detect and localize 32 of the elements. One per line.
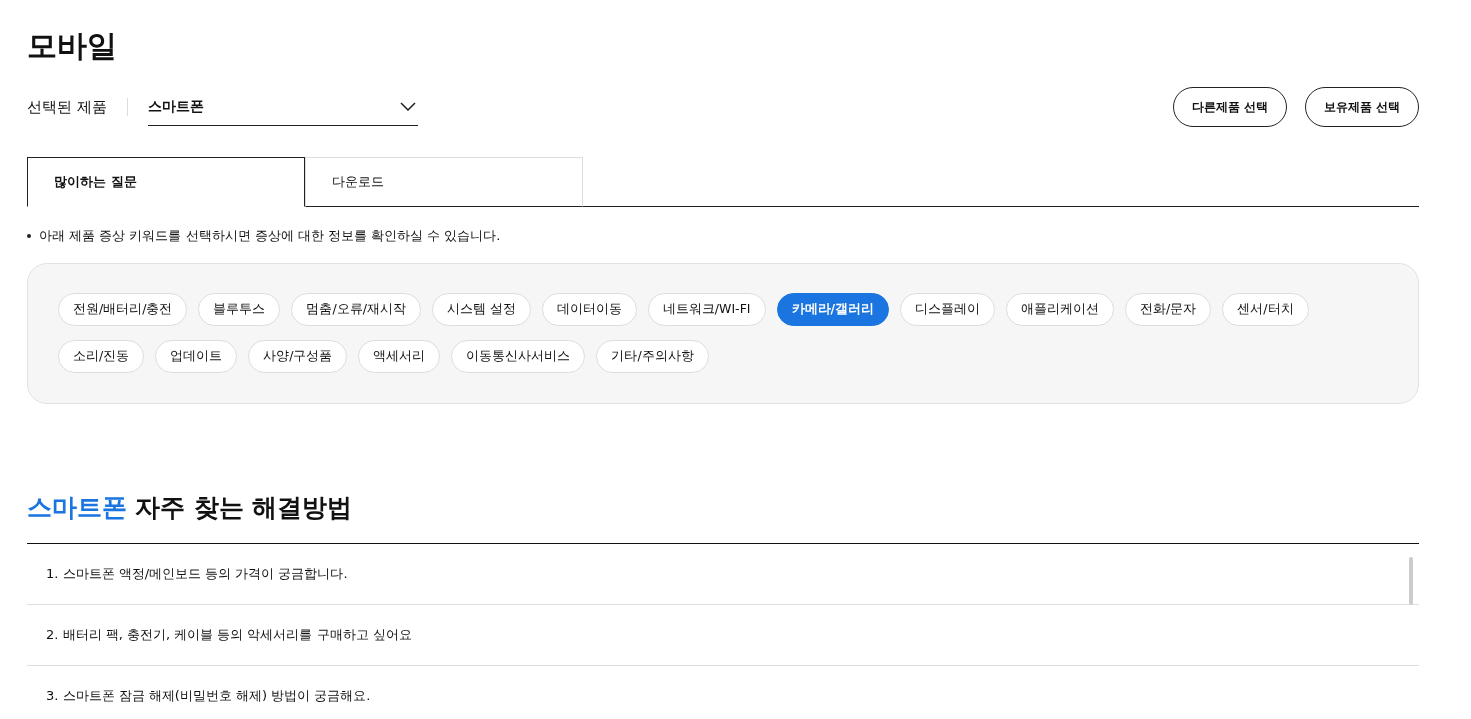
keyword-chip[interactable]: 기타/주의사항 (596, 340, 709, 373)
product-select-button[interactable]: 다른제품 선택 (1172, 87, 1287, 127)
keyword-chip[interactable]: 전원/배터리/충전 (58, 293, 188, 326)
keyword-chip[interactable]: 디스플레이 (900, 293, 996, 326)
keyword-chip[interactable]: 이동통신사서비스 (451, 340, 586, 373)
keyword-chip[interactable]: 카메라/갤러리 (776, 293, 890, 326)
tab[interactable]: 많이하는 질문 (27, 157, 305, 207)
tab[interactable]: 다운로드 (305, 157, 583, 207)
keyword-chip[interactable]: 애플리케이션 (1006, 293, 1115, 326)
keyword-chip[interactable]: 액세서리 (358, 340, 441, 373)
keyword-chip[interactable]: 사양/구성품 (248, 340, 348, 373)
selector-label: 선택된 제품 (27, 97, 107, 117)
keyword-chip[interactable]: 소리/진동 (58, 340, 145, 373)
keyword-chip[interactable]: 블루투스 (198, 293, 281, 326)
keyword-chip[interactable]: 네트워크/WI-FI (647, 293, 766, 326)
keyword-chip[interactable]: 시스템 설정 (431, 293, 531, 326)
scrollbar-thumb[interactable] (1409, 557, 1413, 605)
keyword-chip[interactable]: 멈춤/오류/재시작 (291, 293, 421, 326)
product-select-button[interactable]: 보유제품 선택 (1304, 87, 1419, 127)
bullet-icon (27, 234, 31, 238)
faq-item[interactable]: 3. 스마트폰 잠금 해제(비밀번호 해제) 방법이 궁금해요. (27, 666, 1419, 719)
section-title: 자주 찾는 해결방법 (135, 492, 353, 524)
notice-text: 아래 제품 증상 키워드를 선택하시면 증상에 대한 정보를 확인하실 수 있습니다. (39, 227, 501, 245)
product-dropdown[interactable]: 스마트폰 (147, 88, 418, 126)
faq-item[interactable]: 2. 배터리 팩, 충전기, 케이블 등의 악세서리를 구매하고 싶어요 (27, 605, 1419, 666)
page-title: 모바일 (27, 27, 118, 65)
keyword-chip[interactable]: 전화/문자 (1125, 293, 1212, 326)
keyword-chip[interactable]: 업데이트 (155, 340, 238, 373)
section-product: 스마트폰 (27, 492, 127, 524)
chevron-down-icon (399, 102, 416, 111)
keyword-chip[interactable]: 데이터이동 (541, 293, 637, 326)
keyword-chip[interactable]: 센서/터치 (1222, 293, 1309, 326)
